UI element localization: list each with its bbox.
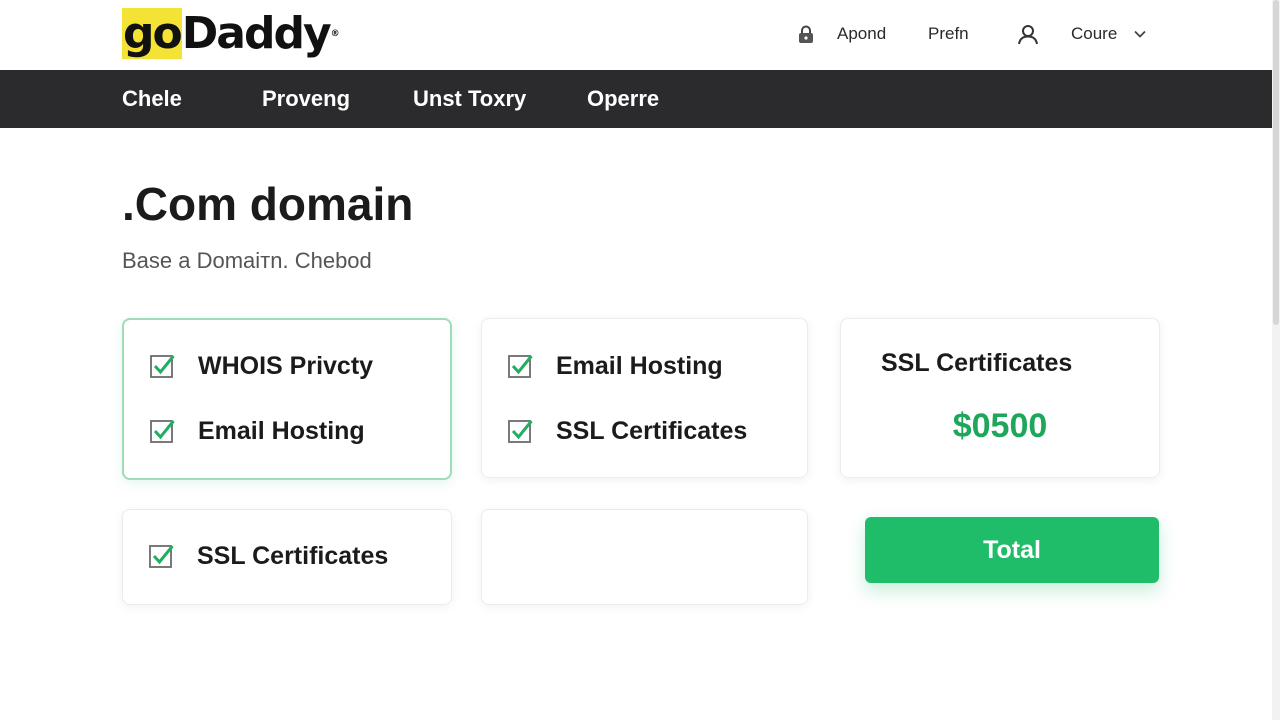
addon-card-whois-email[interactable]: WHOIS Privcty Email Hosting	[122, 318, 452, 480]
addon-option-label: Email Hosting	[556, 351, 723, 380]
page-title: .Com domain	[122, 178, 414, 230]
checkbox-checked-icon[interactable]	[508, 418, 534, 444]
price-value: $0500	[952, 407, 1048, 445]
checkbox-checked-icon[interactable]	[508, 353, 534, 379]
addon-option-label: Email Hosting	[198, 416, 365, 445]
godaddy-logo[interactable]: goDaddy®	[122, 8, 340, 60]
addon-option-label: SSL Certificates	[556, 416, 748, 445]
addon-option[interactable]: SSL Certificates	[508, 416, 747, 446]
checkbox-checked-icon[interactable]	[149, 543, 175, 569]
addon-card-empty[interactable]	[481, 509, 808, 605]
addon-option-label: WHOIS Privcty	[198, 351, 374, 380]
lock-icon	[799, 25, 813, 43]
checkbox-checked-icon[interactable]	[150, 418, 176, 444]
scrollbar-thumb[interactable]	[1273, 0, 1279, 325]
nav-item-operre[interactable]: Operre	[587, 70, 659, 128]
addon-card-ssl[interactable]: SSL Certificates	[122, 509, 452, 605]
total-button[interactable]: Total	[865, 517, 1159, 583]
checkbox-checked-icon[interactable]	[150, 353, 176, 379]
addon-option[interactable]: SSL Certificates	[149, 541, 388, 571]
logo-registered-mark: ®	[330, 29, 340, 39]
addon-card-email-ssl[interactable]: Email Hosting SSL Certificates	[481, 318, 808, 478]
page-scrollbar[interactable]	[1272, 0, 1280, 720]
header-item-prefn[interactable]: Prefn	[928, 22, 969, 46]
addon-option[interactable]: Email Hosting	[150, 416, 365, 446]
header-item-label: Apond	[837, 24, 887, 43]
header-item-apond[interactable]: Apond	[795, 22, 886, 46]
user-icon	[1018, 25, 1038, 45]
ssl-price-card[interactable]: SSL Certificates $0500	[840, 318, 1160, 478]
addon-option[interactable]: WHOIS Privcty	[150, 351, 373, 381]
price-card-title: SSL Certificates	[881, 349, 1073, 377]
main-nav: Chele Proveng Unst Toxry Operre	[0, 70, 1272, 128]
chevron-down-icon	[1134, 30, 1146, 38]
site-header: goDaddy® Apond Prefn Coure	[0, 0, 1272, 70]
page-subtitle: Base a Domaiтn. Chebod	[122, 248, 372, 273]
addon-option[interactable]: Email Hosting	[508, 351, 723, 381]
logo-text: Daddy	[181, 8, 332, 59]
nav-item-proveng[interactable]: Proveng	[262, 70, 350, 128]
account-menu-label: Coure	[1071, 24, 1118, 43]
header-item-label: Prefn	[928, 24, 969, 43]
addon-option-label: SSL Certificates	[197, 541, 389, 570]
logo-highlight: go	[122, 8, 183, 59]
nav-item-chele[interactable]: Chele	[122, 70, 182, 128]
account-menu[interactable]: Coure	[1016, 22, 1147, 46]
nav-item-unst-toxry[interactable]: Unst Toxry	[413, 70, 526, 128]
